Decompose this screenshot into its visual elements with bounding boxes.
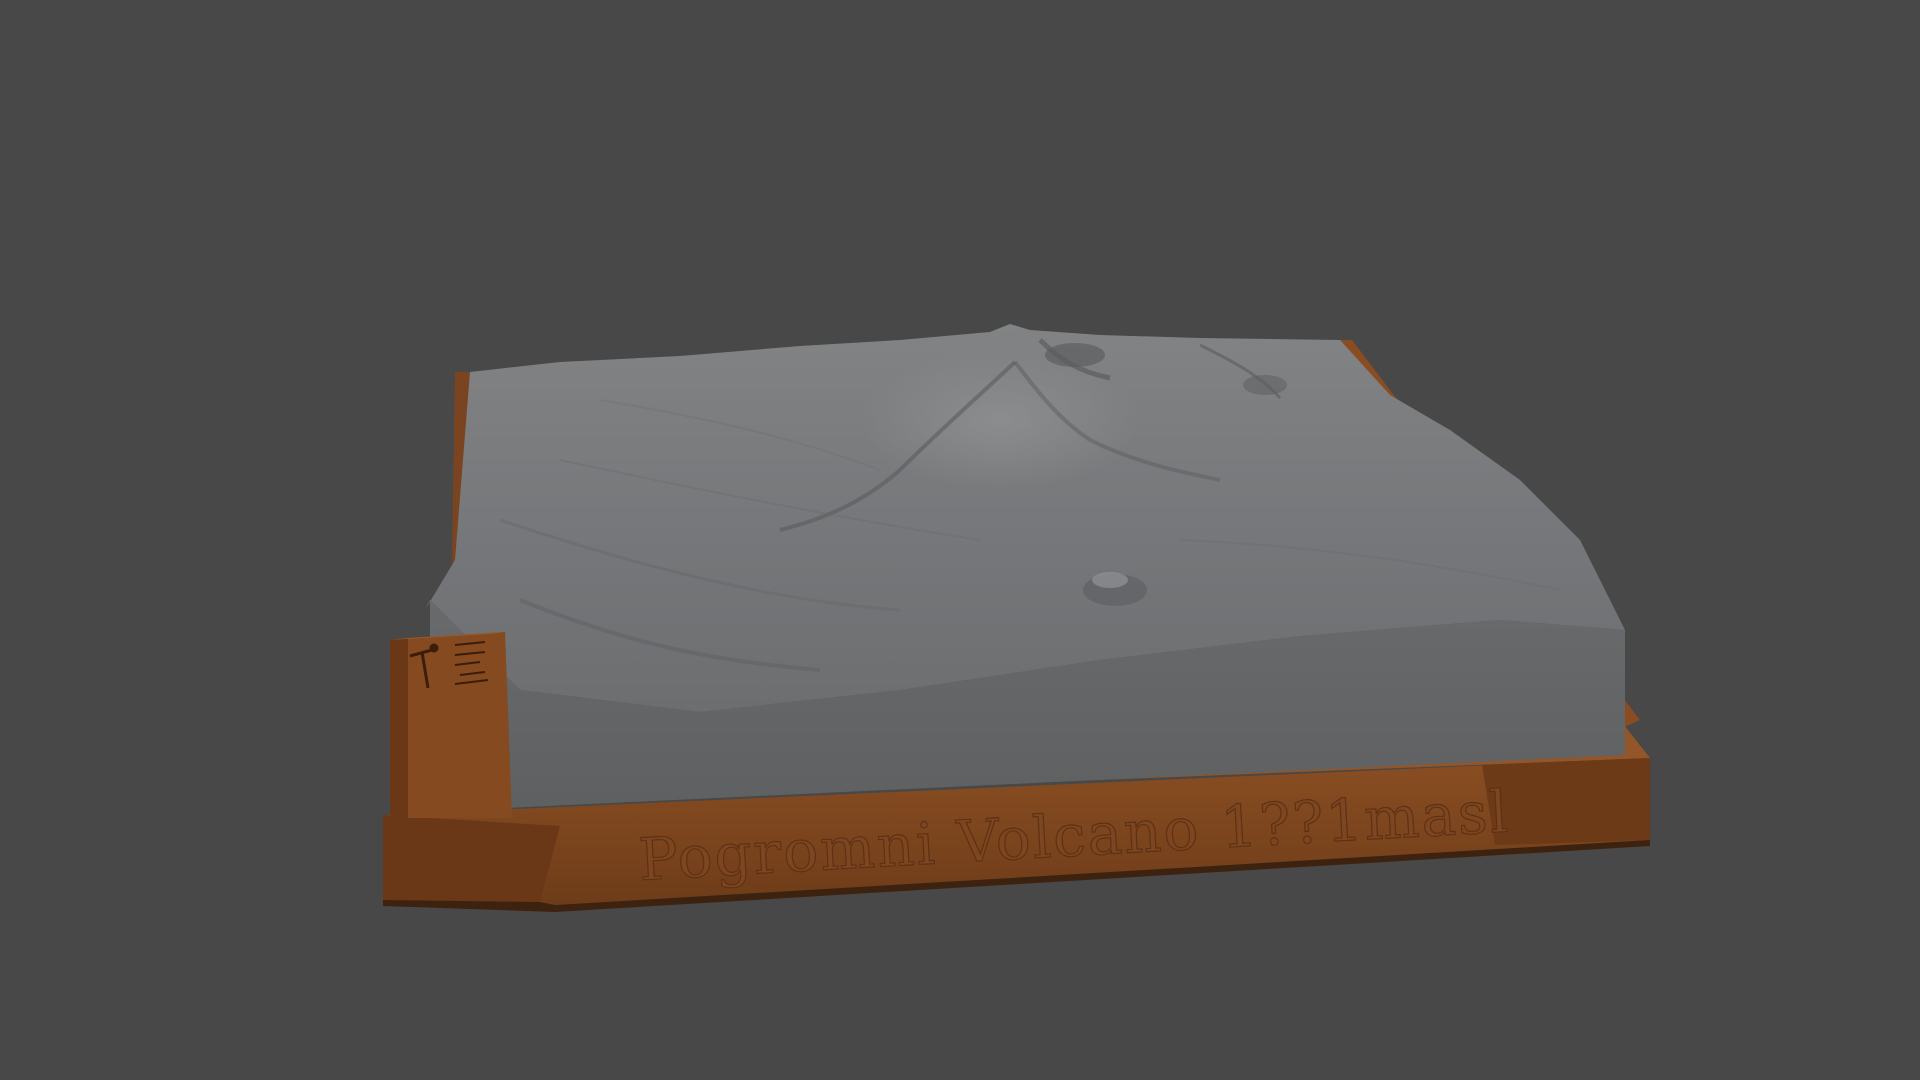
terrain-model-render: Pogromni Volcano 1??1masl: [383, 324, 1650, 912]
legend-pillar: [390, 632, 512, 818]
3d-viewport[interactable]: Pogromni Volcano 1??1masl: [0, 0, 1920, 1080]
terrain-block: [425, 324, 1625, 808]
